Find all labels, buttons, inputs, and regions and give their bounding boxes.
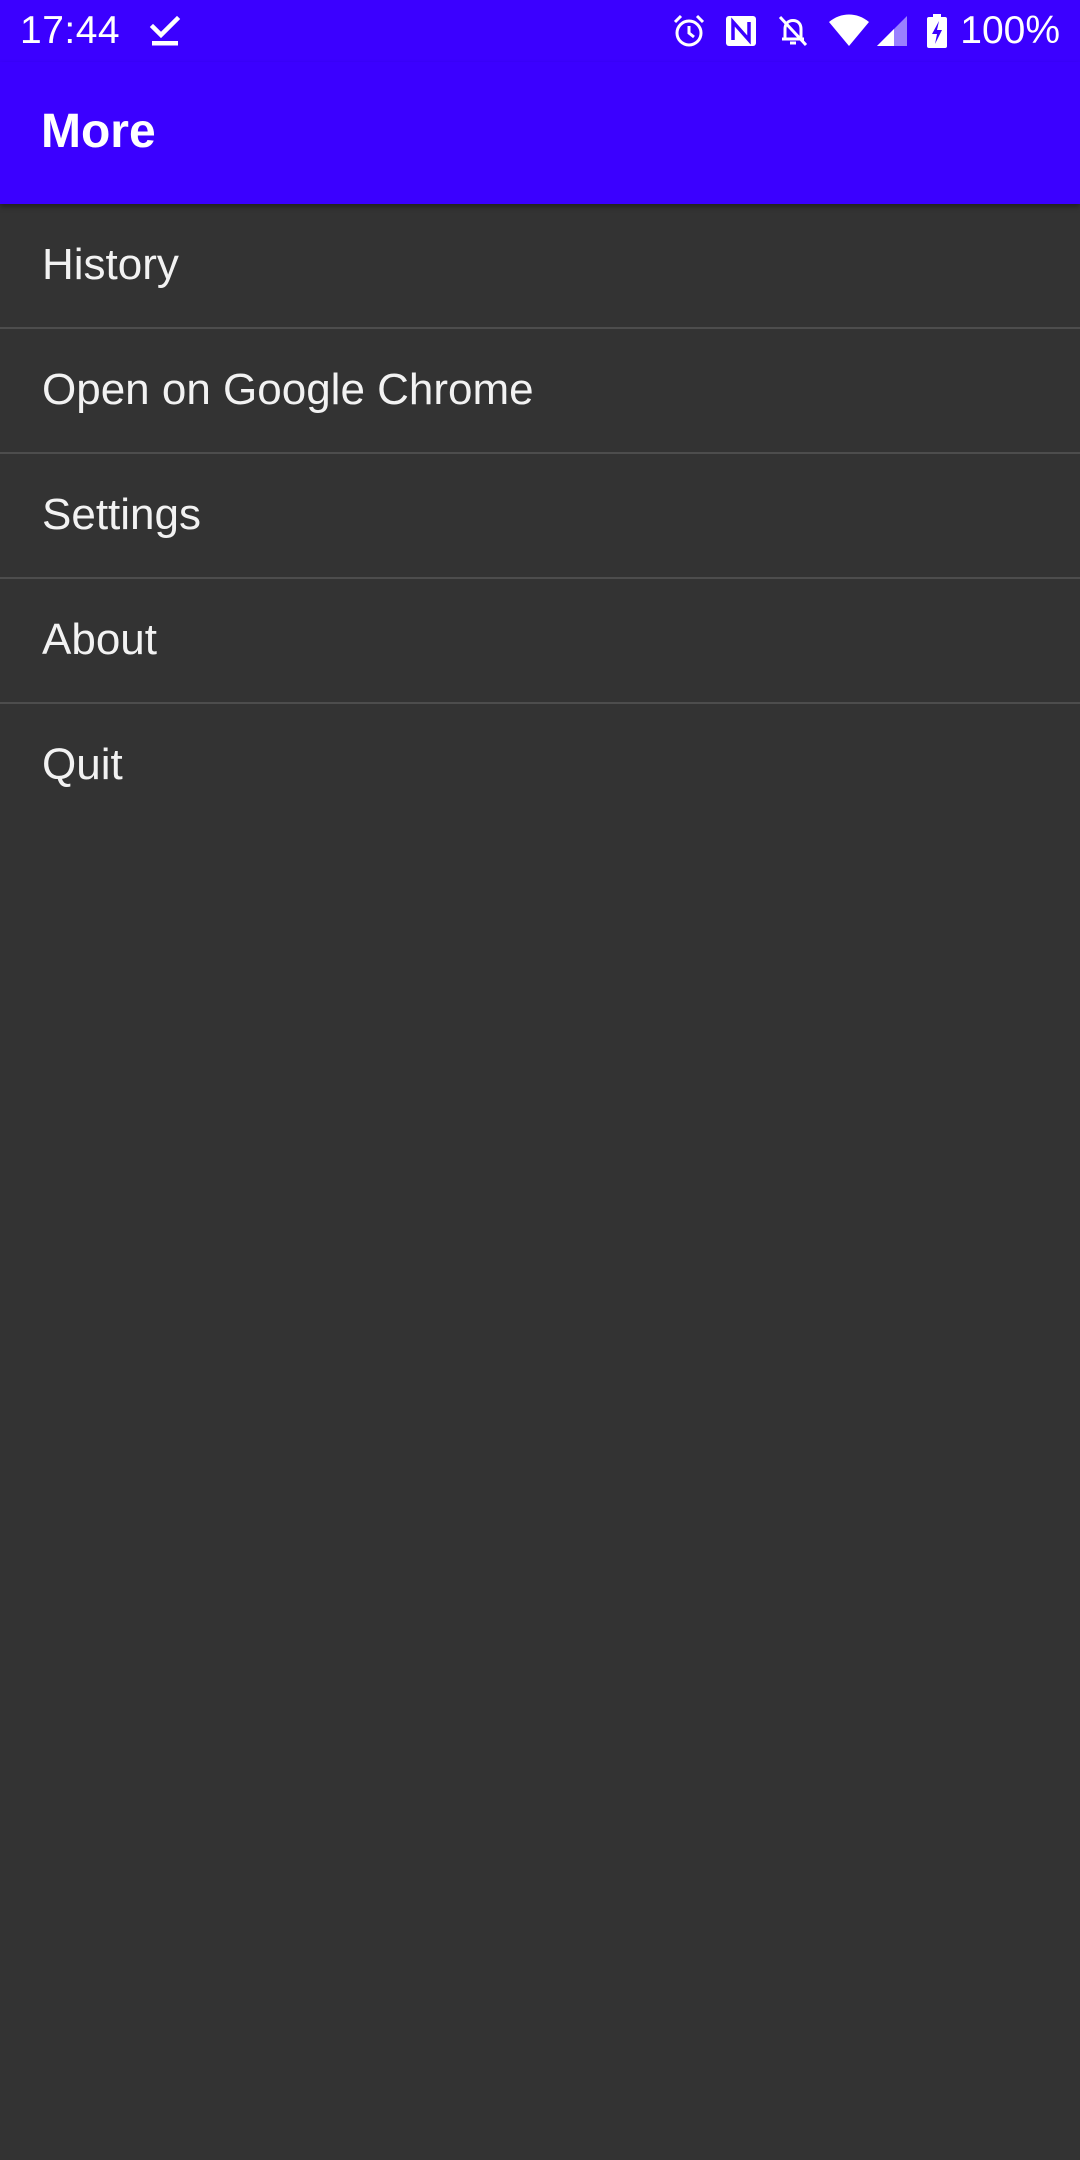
battery-percentage: 100% — [960, 9, 1060, 52]
menu-item-settings[interactable]: Settings — [0, 454, 1080, 579]
menu-item-label: Open on Google Chrome — [42, 365, 534, 414]
status-icons: 100% — [654, 10, 1060, 52]
menu-item-history[interactable]: History — [0, 204, 1080, 329]
menu-item-label: Quit — [42, 740, 123, 789]
page-title: More — [41, 105, 156, 158]
download-done-icon — [148, 13, 182, 49]
battery-charging-icon — [926, 13, 948, 49]
menu-item-label: History — [42, 240, 179, 289]
menu-item-about[interactable]: About — [0, 579, 1080, 704]
signal-icon — [876, 13, 908, 49]
alarm-icon — [672, 13, 706, 49]
menu-item-label: Settings — [42, 490, 201, 539]
nfc-icon — [724, 13, 758, 49]
menu-item-label: About — [42, 615, 157, 664]
app-bar: More — [0, 62, 1080, 204]
notifications-off-icon — [776, 13, 810, 49]
status-bar: 17:44 100% — [0, 0, 1080, 62]
menu-item-quit[interactable]: Quit — [0, 704, 1080, 827]
menu-list: History Open on Google Chrome Settings A… — [0, 204, 1080, 827]
menu-item-open-on-google-chrome[interactable]: Open on Google Chrome — [0, 329, 1080, 454]
wifi-icon — [828, 13, 870, 49]
status-time: 17:44 — [20, 9, 121, 52]
